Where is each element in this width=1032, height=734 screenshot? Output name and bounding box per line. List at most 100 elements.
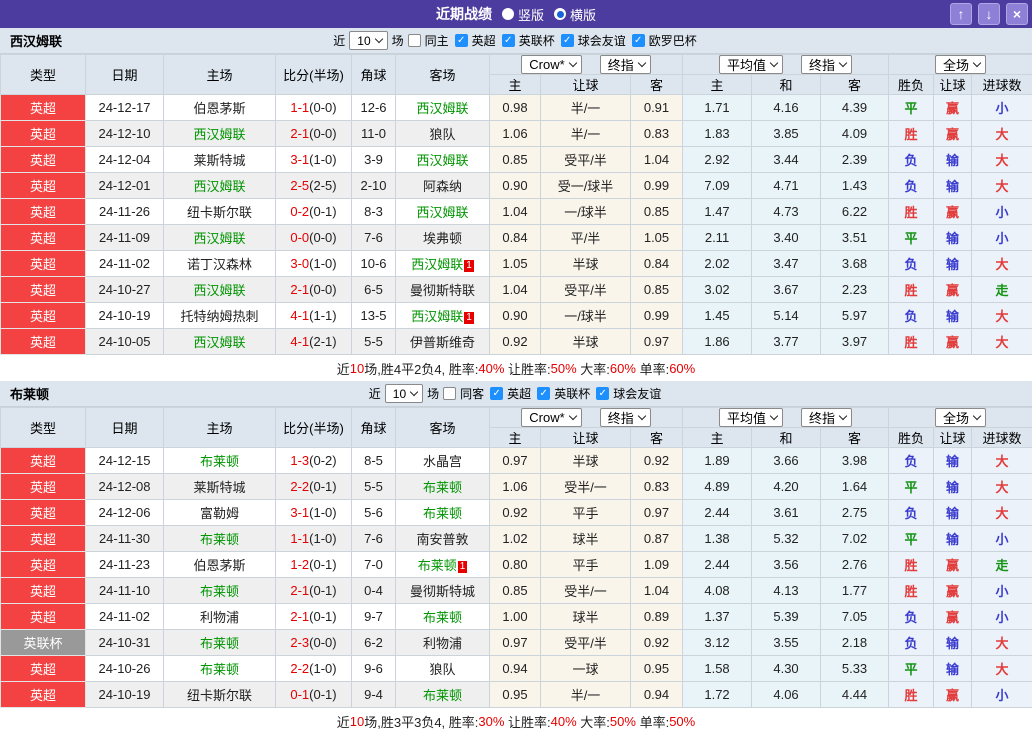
away-team-name[interactable]: 布莱顿 [423,480,462,495]
handicap-cell: 球半 [541,526,631,552]
corners-cell: 7-6 [352,526,396,552]
euro-away-odds-cell: 4.44 [821,682,889,708]
handicap-cell: 半球 [541,448,631,474]
league-cell: 英联杯 [1,630,86,656]
same-venue-checkbox[interactable] [408,34,421,47]
scope-select[interactable]: 全场 [935,55,986,74]
score-cell: 1-1(0-0) [276,95,352,121]
league-checkbox-3[interactable]: ✓ [632,34,645,47]
league-checkbox-2[interactable]: ✓ [596,387,609,400]
handicap-result-cell: 赢 [934,95,972,121]
home-team-name[interactable]: 伯恩茅斯 [193,101,245,116]
home-team-name[interactable]: 莱斯特城 [193,153,245,168]
match-result-cell: 胜 [889,552,934,578]
home-team-name[interactable]: 利物浦 [200,610,239,625]
filter-bar: 西汉姆联近10场同主✓英超✓英联杯✓球会友谊✓欧罗巴杯 [0,28,1032,54]
away-team-name[interactable]: 水晶宫 [423,454,462,469]
home-team-name[interactable]: 布莱顿 [200,584,239,599]
handicap-result-cell: 输 [934,251,972,277]
away-team-name[interactable]: 西汉姆联 [416,101,468,116]
radio-horizontal[interactable]: 横版 [554,5,596,24]
score-cell: 1-3(0-2) [276,448,352,474]
home-team-name[interactable]: 托特纳姆热刺 [180,309,258,324]
away-team-name[interactable]: 布莱顿 [423,506,462,521]
home-cell: 莱斯特城 [164,147,276,173]
goals-result-cell: 走 [972,277,1032,303]
home-team-name[interactable]: 纽卡斯尔联 [187,688,252,703]
home-team-name[interactable]: 伯恩茅斯 [193,558,245,573]
away-team-name[interactable]: 南安普敦 [416,532,468,547]
recent-count-select[interactable]: 10 [349,31,387,50]
asia-home-odds-cell: 0.90 [490,173,541,199]
away-team-name[interactable]: 曼彻斯特联 [410,283,475,298]
scope-select[interactable]: 全场 [935,408,986,427]
home-team-name[interactable]: 布莱顿 [200,662,239,677]
league-checkbox-1[interactable]: ✓ [537,387,550,400]
asia-away-odds-cell: 0.85 [631,199,683,225]
home-team-name[interactable]: 诺丁汉森林 [187,257,252,272]
euro-away-odds-cell: 3.68 [821,251,889,277]
away-cell: 阿森纳 [396,173,490,199]
home-team-name[interactable]: 西汉姆联 [193,127,245,142]
date-cell: 24-11-30 [86,526,164,552]
close-button[interactable]: × [1006,3,1028,25]
away-team-name[interactable]: 西汉姆联 [411,257,463,272]
radio-vertical[interactable]: 竖版 [502,5,544,24]
match-result-cell: 负 [889,604,934,630]
home-cell: 布莱顿 [164,630,276,656]
score-cell: 3-1(1-0) [276,500,352,526]
table-row: 英超24-10-27西汉姆联2-1(0-0)6-5曼彻斯特联1.04受平/半0.… [1,277,1032,303]
average-select[interactable]: 平均值 [719,55,783,74]
euro-final-index-select[interactable]: 终指 [801,55,852,74]
euro-draw-odds-cell: 5.14 [752,303,821,329]
league-checkbox-2[interactable]: ✓ [561,34,574,47]
home-team-name[interactable]: 西汉姆联 [193,335,245,350]
same-venue-checkbox[interactable] [443,387,456,400]
euro-draw-odds-cell: 4.30 [752,656,821,682]
away-team-name[interactable]: 埃弗顿 [423,231,462,246]
away-team-name[interactable]: 西汉姆联 [411,309,463,324]
euro-away-odds-cell: 1.64 [821,474,889,500]
home-team-name[interactable]: 西汉姆联 [193,179,245,194]
away-team-name[interactable]: 曼彻斯特城 [410,584,475,599]
move-up-button[interactable]: ↑ [950,3,972,25]
bookmaker-select[interactable]: Crow* [521,55,581,74]
away-team-name[interactable]: 西汉姆联 [416,205,468,220]
home-team-name[interactable]: 布莱顿 [200,454,239,469]
date-cell: 24-12-01 [86,173,164,199]
league-checkbox-0[interactable]: ✓ [490,387,503,400]
average-select[interactable]: 平均值 [719,408,783,427]
league-checkbox-1[interactable]: ✓ [502,34,515,47]
recent-count-select[interactable]: 10 [385,384,423,403]
bookmaker-select[interactable]: Crow* [521,408,581,427]
away-team-name[interactable]: 西汉姆联 [416,153,468,168]
euro-away-odds-cell: 7.05 [821,604,889,630]
away-team-name[interactable]: 布莱顿 [418,558,457,573]
home-team-name[interactable]: 纽卡斯尔联 [187,205,252,220]
sub-col-header: 客 [631,428,683,448]
home-team-name[interactable]: 西汉姆联 [193,231,245,246]
asia-away-odds-cell: 0.97 [631,329,683,355]
home-team-name[interactable]: 富勒姆 [200,506,239,521]
home-team-name[interactable]: 布莱顿 [200,636,239,651]
asia-final-index-select[interactable]: 终指 [600,408,651,427]
home-team-name[interactable]: 莱斯特城 [193,480,245,495]
home-cell: 伯恩茅斯 [164,552,276,578]
home-team-name[interactable]: 西汉姆联 [193,283,245,298]
league-cell: 英超 [1,500,86,526]
away-team-name[interactable]: 利物浦 [423,636,462,651]
move-down-button[interactable]: ↓ [978,3,1000,25]
euro-final-index-select[interactable]: 终指 [801,408,852,427]
away-team-name[interactable]: 阿森纳 [423,179,462,194]
league-checkbox-0[interactable]: ✓ [455,34,468,47]
away-cell: 西汉姆联1 [396,251,490,277]
table-row: 英超24-11-10布莱顿2-1(0-1)0-4曼彻斯特城0.85受半/一1.0… [1,578,1032,604]
away-team-name[interactable]: 伊普斯维奇 [410,335,475,350]
away-team-name[interactable]: 布莱顿 [423,688,462,703]
away-team-name[interactable]: 布莱顿 [423,610,462,625]
away-team-name[interactable]: 狼队 [429,662,455,677]
euro-home-odds-cell: 1.89 [683,448,752,474]
away-team-name[interactable]: 狼队 [429,127,455,142]
asia-final-index-select[interactable]: 终指 [600,55,651,74]
home-team-name[interactable]: 布莱顿 [200,532,239,547]
